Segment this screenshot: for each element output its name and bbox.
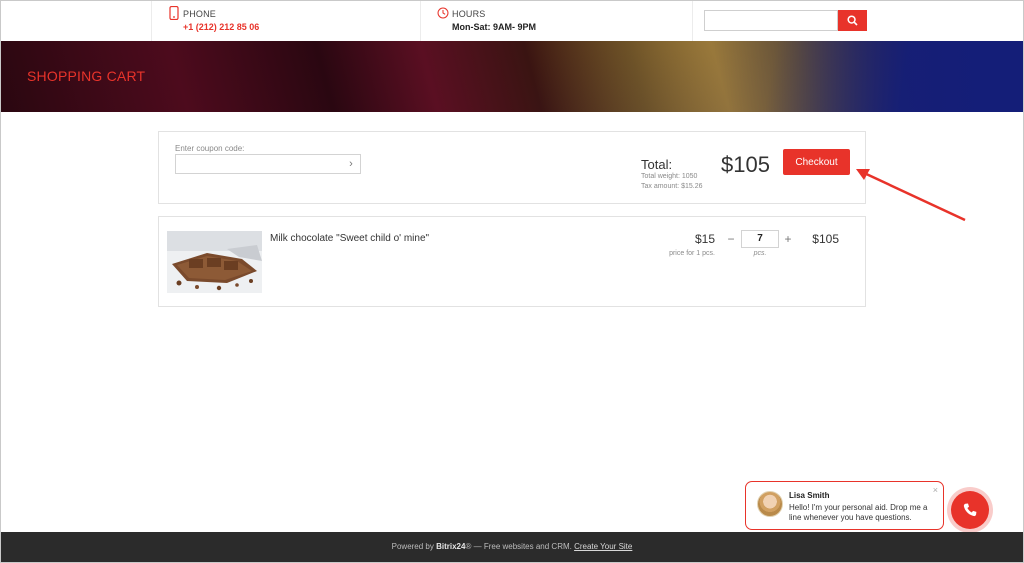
unit-price-note: price for 1 pcs. — [669, 250, 715, 257]
footer-tagline: — Free websites and CRM. — [471, 542, 572, 551]
unit-price: $15 — [694, 232, 715, 246]
search-button[interactable] — [838, 10, 867, 31]
chat-launcher-button[interactable] — [951, 491, 989, 529]
coupon-input[interactable]: › — [175, 154, 361, 174]
search-input[interactable] — [704, 10, 838, 31]
product-name-link[interactable]: Milk chocolate "Sweet child o' mine" — [270, 233, 429, 244]
hours-label: HOURS — [452, 9, 486, 19]
total-weight: Total weight: 1050 — [641, 173, 698, 180]
footer: Powered by Bitrix24® — Free websites and… — [1, 532, 1023, 562]
page-banner: SHOPPING CART — [1, 41, 1023, 112]
coupon-label: Enter coupon code: — [175, 144, 245, 153]
page-title: SHOPPING CART — [27, 68, 146, 84]
avatar — [757, 491, 783, 517]
header-hours: HOURS Mon-Sat: 9AM- 9PM — [421, 1, 693, 41]
checkout-button[interactable]: Checkout — [783, 149, 850, 175]
phone-icon — [169, 6, 179, 20]
chevron-right-icon[interactable]: › — [344, 157, 358, 171]
top-bar: PHONE +1 (212) 212 85 06 HOURS Mon-Sat: … — [1, 1, 1023, 41]
quantity-unit: pcs. — [753, 250, 767, 257]
product-image[interactable] — [167, 231, 262, 293]
quantity-decrease-button[interactable]: − — [725, 231, 737, 247]
footer-powered-by: Powered by — [391, 542, 434, 551]
total-label: Total: — [641, 157, 673, 172]
tax-amount: Tax amount: $15.26 — [641, 183, 703, 190]
line-total: $105 — [812, 232, 839, 246]
close-icon[interactable]: × — [933, 485, 938, 495]
phone-label: PHONE — [183, 9, 217, 19]
chat-agent-name: Lisa Smith — [789, 491, 830, 500]
header-phone: PHONE +1 (212) 212 85 06 — [151, 1, 421, 41]
clock-icon — [437, 7, 449, 19]
phone-call-icon — [963, 503, 977, 517]
footer-brand: Bitrix24 — [436, 542, 466, 551]
annotation-arrow-icon — [856, 169, 966, 222]
quantity-input[interactable]: 7 — [741, 230, 779, 248]
chat-popup[interactable]: × Lisa Smith Hello! I'm your personal ai… — [745, 481, 944, 530]
cart-item: Milk chocolate "Sweet child o' mine" $15… — [158, 216, 866, 307]
chat-message: Hello! I'm your personal aid. Drop me a … — [789, 503, 928, 522]
create-site-link[interactable]: Create Your Site — [574, 542, 632, 551]
quantity-increase-button[interactable]: + — [782, 231, 794, 247]
hours-value: Mon-Sat: 9AM- 9PM — [452, 22, 536, 32]
cart-summary-panel: Enter coupon code: › Total: Total weight… — [158, 131, 866, 204]
total-value: $105 — [721, 152, 770, 177]
search-icon — [847, 15, 858, 26]
phone-number[interactable]: +1 (212) 212 85 06 — [183, 22, 259, 32]
